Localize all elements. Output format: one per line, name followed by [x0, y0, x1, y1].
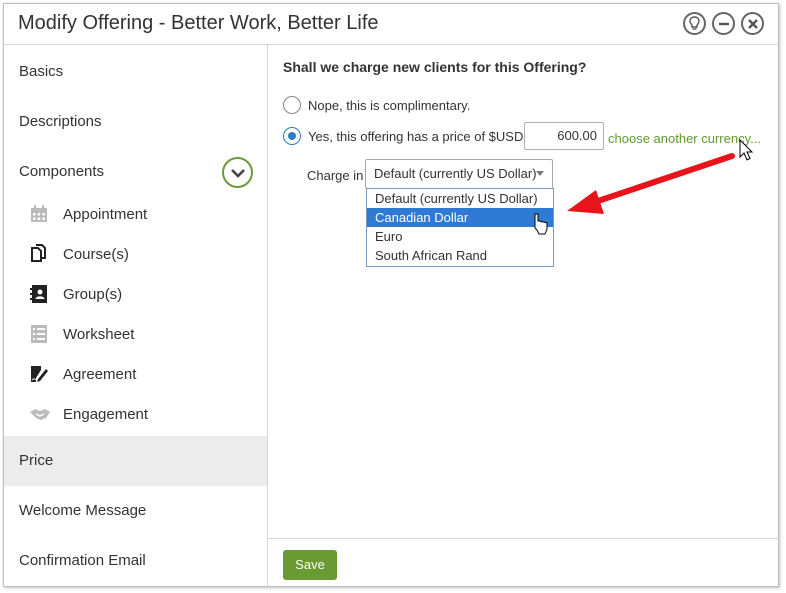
red-arrow-annotation [567, 153, 735, 214]
mouse-pointer-icon [739, 138, 754, 161]
annotation-overlay [534, 138, 754, 235]
hand-pointer-icon [534, 213, 548, 235]
